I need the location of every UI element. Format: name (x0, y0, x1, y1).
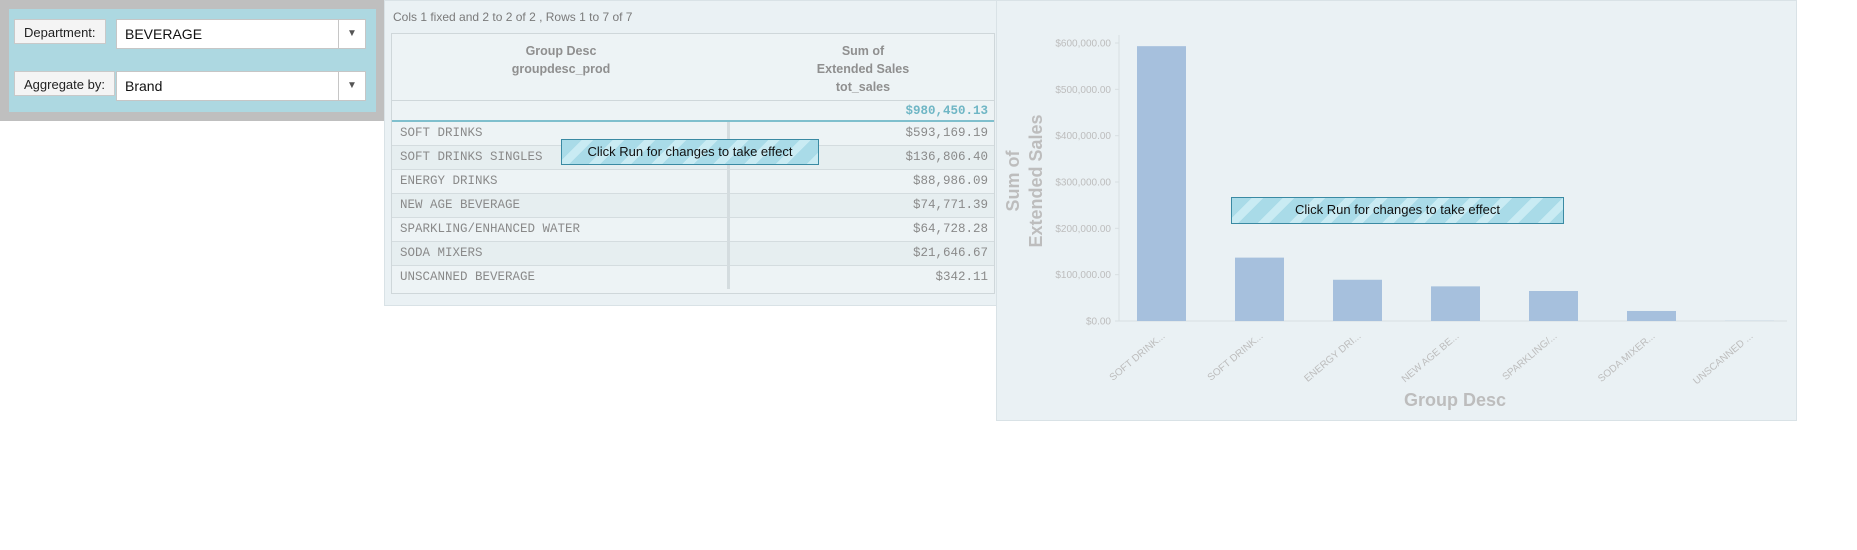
filter-panel: Department: BEVERAGE ▼ Aggregate by: Bra… (0, 0, 385, 121)
header-line: groupdesc_prod (511, 62, 611, 76)
cell-group: SODA MIXERS (392, 242, 730, 265)
department-label: Department: (14, 19, 106, 44)
table-row[interactable]: UNSCANNED BEVERAGE $342.11 (392, 266, 994, 290)
column-header-group-desc[interactable]: Group Desc groupdesc_prod (392, 34, 730, 100)
cell-group: UNSCANNED BEVERAGE (392, 266, 730, 289)
bar (1627, 310, 1676, 321)
cell-group: ENERGY DRINKS (392, 170, 730, 193)
x-axis-title: Group Desc (1404, 390, 1506, 410)
y-axis-title: Sum of (1003, 149, 1023, 211)
column-header-tot-sales[interactable]: Sum of Extended Sales tot_sales (732, 34, 994, 100)
chart-panel: $0.00 $100,000.00 $200,000.00 $300,000.00 $4… (996, 0, 1797, 421)
y-tick-label: $300,000.00 (1055, 178, 1111, 189)
run-notice-table[interactable]: Click Run for changes to take effect (561, 139, 819, 165)
bar (1137, 46, 1186, 321)
aggregate-label: Aggregate by: (14, 71, 115, 96)
x-tick-label: UNSCANNED ... (1691, 331, 1755, 387)
aggregate-select[interactable]: Brand ▼ (116, 71, 366, 101)
filter-panel-inner: Department: BEVERAGE ▼ Aggregate by: Bra… (9, 9, 376, 112)
bar (1431, 286, 1480, 321)
x-tick-label: SPARKLING/... (1501, 331, 1560, 383)
total-value: $980,450.13 (905, 104, 988, 118)
x-tick-label: NEW AGE BE... (1400, 331, 1462, 385)
chevron-down-icon[interactable]: ▼ (338, 20, 365, 48)
cell-sales: $136,806.40 (905, 150, 988, 164)
cell-sales: $342.11 (935, 270, 988, 284)
bar (1333, 279, 1382, 321)
y-tick-label: $200,000.00 (1055, 224, 1111, 235)
aggregate-value: Brand (125, 78, 163, 94)
cell-sales: $64,728.28 (912, 222, 988, 236)
table-panel: Cols 1 fixed and 2 to 2 of 2 , Rows 1 to… (384, 0, 998, 306)
table-row[interactable]: SODA MIXERS $21,646.67 (392, 242, 994, 266)
chevron-down-icon[interactable]: ▼ (338, 72, 365, 100)
cell-group: SPARKLING/ENHANCED WATER (392, 218, 730, 241)
table-info: Cols 1 fixed and 2 to 2 of 2 , Rows 1 to… (393, 10, 633, 24)
x-tick-label: SODA MIXER... (1596, 331, 1657, 385)
table-row[interactable]: NEW AGE BEVERAGE $74,771.39 (392, 194, 994, 218)
y-tick-label: $100,000.00 (1055, 270, 1111, 281)
y-axis-title: Extended Sales (1026, 114, 1046, 247)
department-value: BEVERAGE (125, 26, 203, 42)
cell-sales: $21,646.67 (912, 246, 988, 260)
table-row[interactable]: SPARKLING/ENHANCED WATER $64,728.28 (392, 218, 994, 242)
header-line: Sum of (841, 44, 885, 58)
y-tick-label: $400,000.00 (1055, 131, 1111, 142)
header-line: Group Desc (525, 44, 597, 58)
y-tick-label: $0.00 (1086, 317, 1111, 328)
header-line: tot_sales (835, 80, 891, 94)
cell-group: NEW AGE BEVERAGE (392, 194, 730, 217)
cell-sales: $593,169.19 (905, 126, 988, 140)
x-tick-label: SOFT DRINK... (1206, 331, 1266, 384)
x-tick-label: SOFT DRINK... (1108, 331, 1168, 384)
department-select[interactable]: BEVERAGE ▼ (116, 19, 366, 49)
x-tick-label: ENERGY DRI... (1302, 331, 1363, 385)
total-row: $980,450.13 (392, 100, 994, 122)
header-line: Extended Sales (816, 62, 910, 76)
y-tick-label: $600,000.00 (1055, 39, 1111, 50)
bar (1529, 291, 1578, 321)
bar (1235, 257, 1284, 321)
cell-sales: $88,986.09 (912, 174, 988, 188)
cell-sales: $74,771.39 (912, 198, 988, 212)
run-notice-chart[interactable]: Click Run for changes to take effect (1231, 197, 1564, 224)
table-row[interactable]: ENERGY DRINKS $88,986.09 (392, 170, 994, 194)
y-tick-label: $500,000.00 (1055, 85, 1111, 96)
